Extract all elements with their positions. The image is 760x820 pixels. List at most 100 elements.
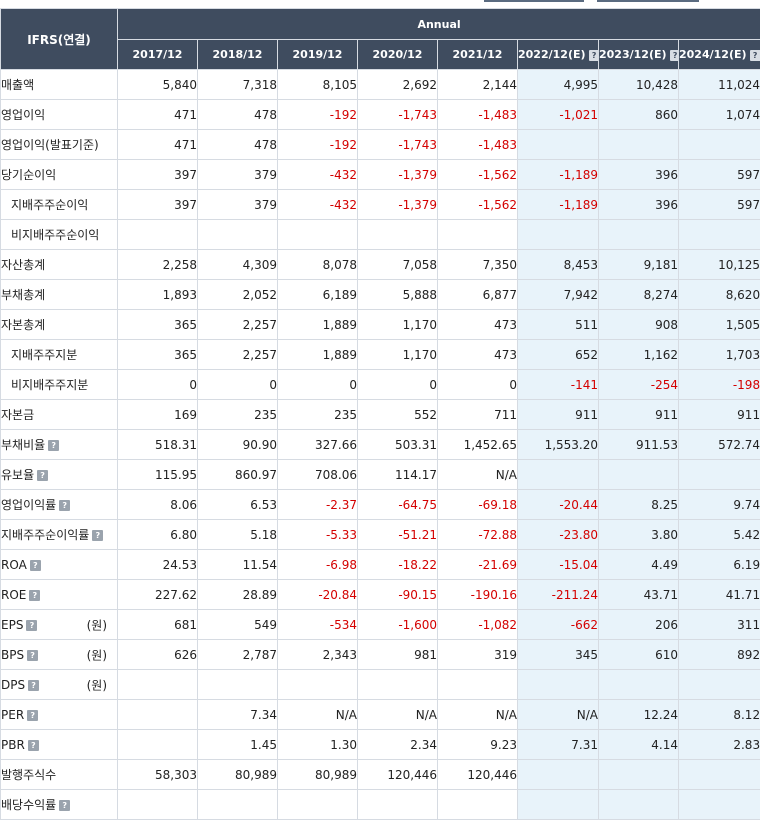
- row-label: 지배주주순이익률: [1, 528, 90, 542]
- value-cell: [117, 699, 198, 730]
- value-cell: 2,692: [357, 69, 438, 100]
- period-header: 2020/12: [357, 39, 438, 70]
- value-cell: -18.22: [357, 549, 438, 580]
- row-label: 자본금: [1, 408, 35, 422]
- help-icon[interactable]: ?: [29, 589, 41, 601]
- value-cell: 2.83: [677, 729, 760, 760]
- value-cell: 8,453: [517, 249, 599, 280]
- annual-header: Annual: [116, 8, 760, 40]
- value-cell: 626: [117, 639, 198, 670]
- value-cell: 365: [117, 339, 198, 370]
- row-label-cell: 매출액: [0, 69, 118, 100]
- table-row: 자본총계 365 2,257 1,889 1,170 473 511 908 1,505: [0, 309, 760, 340]
- value-cell: 1,162: [598, 339, 679, 370]
- row-label-cell: 비지배주주순이익: [0, 219, 118, 250]
- value-cell: 41.71: [677, 579, 760, 610]
- value-cell: -1,562: [437, 159, 518, 190]
- value-cell: [437, 669, 518, 700]
- row-label: DPS: [1, 677, 26, 692]
- value-cell: 597: [677, 189, 760, 220]
- value-cell: 1,889: [277, 309, 358, 340]
- ifrs-header: IFRS(연결): [0, 8, 118, 70]
- table-row: BPS? (원) 626 2,787 2,343 981 319 345 610 892: [0, 639, 760, 670]
- value-cell: 511: [517, 309, 599, 340]
- value-cell: -20.44: [517, 489, 599, 520]
- help-icon[interactable]: ?: [92, 530, 104, 541]
- value-cell: -6.98: [277, 549, 358, 580]
- table-row: 유보율? 115.95 860.97 708.06 114.17 N/A: [0, 459, 760, 490]
- value-cell: [197, 219, 278, 250]
- value-cell: 2,052: [197, 279, 278, 310]
- value-cell: [357, 219, 438, 250]
- value-cell: 860: [598, 99, 679, 130]
- value-cell: [677, 219, 760, 250]
- value-cell: 11,024: [677, 69, 760, 100]
- table-row: 당기순이익 397 379 -432 -1,379 -1,562 -1,189 396 597: [0, 159, 760, 190]
- value-cell: 1,452.65: [437, 429, 518, 460]
- value-cell: -534: [277, 609, 358, 640]
- value-cell: 8,105: [277, 69, 358, 100]
- value-cell: 397: [117, 189, 198, 220]
- value-cell: 711: [437, 399, 518, 430]
- value-cell: 10,428: [598, 69, 679, 100]
- top-tab[interactable]: [597, 0, 699, 2]
- row-label-cell: 유보율?: [0, 459, 118, 490]
- value-cell: 397: [117, 159, 198, 190]
- help-icon[interactable]: ?: [27, 649, 39, 661]
- row-label: PBR: [1, 737, 25, 752]
- help-icon[interactable]: ?: [59, 800, 71, 811]
- row-label-cell: 영업이익(발표기준): [0, 129, 118, 160]
- value-cell: -198: [677, 369, 760, 400]
- help-icon[interactable]: ?: [27, 709, 39, 721]
- table-row: 영업이익(발표기준) 471 478 -192 -1,743 -1,483: [0, 129, 760, 160]
- value-cell: [517, 459, 599, 490]
- help-icon[interactable]: ?: [27, 739, 39, 751]
- value-cell: 610: [598, 639, 679, 670]
- row-label-cell: 부채비율?: [0, 429, 118, 460]
- help-icon[interactable]: ?: [59, 500, 71, 511]
- row-label-cell: BPS? (원): [0, 639, 118, 670]
- row-label: 부채총계: [1, 288, 46, 302]
- value-cell: 7,058: [357, 249, 438, 280]
- value-cell: 10,125: [677, 249, 760, 280]
- top-tab[interactable]: [484, 0, 584, 2]
- help-icon[interactable]: ?: [29, 559, 41, 571]
- row-label: EPS: [1, 617, 24, 632]
- value-cell: 5.18: [197, 519, 278, 550]
- value-cell: 911.53: [598, 429, 679, 460]
- value-cell: [517, 669, 599, 700]
- help-icon[interactable]: ?: [669, 49, 678, 61]
- value-cell: -2.37: [277, 489, 358, 520]
- value-cell: 9.23: [437, 729, 518, 760]
- help-icon[interactable]: ?: [37, 470, 49, 481]
- value-cell: -1,021: [517, 99, 599, 130]
- value-cell: 908: [598, 309, 679, 340]
- value-cell: 120,446: [357, 759, 438, 790]
- value-cell: 473: [437, 339, 518, 370]
- value-cell: 1,505: [677, 309, 760, 340]
- value-cell: -662: [517, 609, 599, 640]
- period-label: 2017/12: [132, 48, 183, 61]
- value-cell: -432: [277, 159, 358, 190]
- value-cell: -192: [277, 99, 358, 130]
- help-icon[interactable]: ?: [26, 619, 38, 631]
- row-label-cell: 지배주주지분: [0, 339, 118, 370]
- value-cell: 503.31: [357, 429, 438, 460]
- value-cell: 115.95: [117, 459, 198, 490]
- help-icon[interactable]: ?: [588, 49, 598, 61]
- value-cell: -1,483: [437, 129, 518, 160]
- value-cell: 2,343: [277, 639, 358, 670]
- value-cell: [598, 789, 679, 820]
- help-icon[interactable]: ?: [749, 49, 760, 61]
- financial-summary-panel: IFRS(연결) Annual 2017/12 2018/12 2019/12 202…: [0, 0, 760, 820]
- help-icon[interactable]: ?: [48, 440, 60, 451]
- value-cell: 6.80: [117, 519, 198, 550]
- help-icon[interactable]: ?: [28, 679, 40, 691]
- value-cell: 471: [117, 99, 198, 130]
- table-row: 지배주주순이익률? 6.80 5.18 -5.33 -51.21 -72.88 -23.80…: [0, 519, 760, 550]
- value-cell: -15.04: [517, 549, 599, 580]
- value-cell: [598, 459, 679, 490]
- row-label: 유보율: [1, 468, 35, 482]
- value-cell: [277, 219, 358, 250]
- value-cell: [677, 789, 760, 820]
